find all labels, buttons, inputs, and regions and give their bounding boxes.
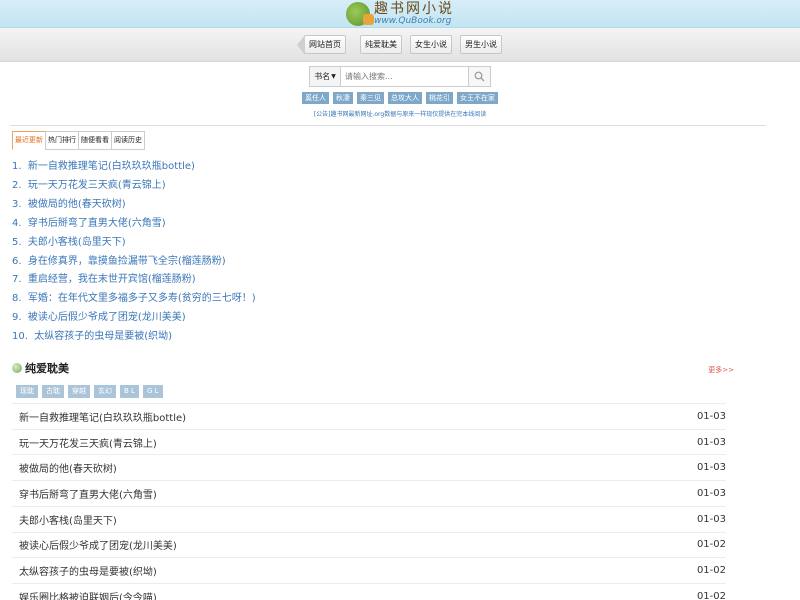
book-title[interactable]: 被做局的他(春天砍树): [28, 199, 126, 210]
tab-recent[interactable]: 最近更新: [12, 131, 46, 150]
search-bar: 书名 ▼: [309, 66, 491, 87]
table-row[interactable]: 被做局的他(春天砍树) 01-03: [12, 454, 726, 480]
nav-danmei[interactable]: 纯爱耽美: [360, 35, 402, 54]
book-title[interactable]: 穿书后掰弯了直男大佬(六角雪): [19, 486, 157, 501]
book-title[interactable]: 新一自救推理笔记(白玖玖玖瓶bottle): [28, 161, 195, 172]
tab-hot[interactable]: 热门排行: [45, 131, 79, 150]
hot-tag[interactable]: 女王不在家: [457, 92, 498, 104]
book-title[interactable]: 重启经营，我在末世开宾馆(榴莲肠粉): [28, 274, 196, 285]
subtag[interactable]: 古耽: [42, 385, 64, 399]
logo-url: www.QuBook.org: [374, 15, 452, 26]
book-title[interactable]: 身在修真界，靠摸鱼捡漏带飞全宗(榴莲肠粉): [28, 256, 226, 267]
update-date: 01-02: [696, 590, 726, 600]
top-banner: 趣书网小说 www.QuBook.org: [0, 0, 800, 28]
logo-icon: [346, 1, 374, 26]
hot-tag[interactable]: 奚任人: [302, 92, 329, 104]
list-item[interactable]: 7. 重启经营，我在末世开宾馆(榴莲肠粉): [12, 271, 800, 290]
list-item[interactable]: 6. 身在修真界，靠摸鱼捡漏带飞全宗(榴莲肠粉): [12, 253, 800, 272]
subtag[interactable]: 现耽: [16, 385, 38, 399]
update-date: 01-02: [696, 539, 726, 551]
table-row[interactable]: 娱乐圈比格被迫联姻后(今今喵) 01-02: [12, 582, 726, 600]
list-item[interactable]: 9. 被读心后假少爷成了团宠(龙川美美): [12, 309, 800, 328]
nav-home[interactable]: 网站首页: [297, 35, 346, 55]
update-date: 01-02: [696, 565, 726, 577]
search-type-select[interactable]: 书名 ▼: [310, 67, 341, 86]
book-title[interactable]: 新一自救推理笔记(白玖玖玖瓶bottle): [19, 409, 186, 424]
table-row[interactable]: 夫郎小客栈(岛里天下) 01-03: [12, 505, 726, 532]
book-title[interactable]: 被读心后假少爷成了团宠(龙川美美): [28, 312, 186, 323]
tab-random[interactable]: 随便看看: [78, 131, 112, 150]
update-date: 01-03: [696, 410, 726, 422]
search-input[interactable]: [341, 67, 468, 86]
section-title[interactable]: 纯爱耽美: [25, 360, 69, 376]
chevron-down-icon: ▼: [331, 73, 336, 80]
hot-tag[interactable]: 秦三见: [357, 92, 384, 104]
main-nav: 网站首页 纯爱耽美 女生小说 男生小说: [0, 28, 800, 62]
list-item[interactable]: 1. 新一自救推理笔记(白玖玖玖瓶bottle): [12, 158, 800, 177]
book-title[interactable]: 军婚：在年代文里多福多子又多寿(贫穷的三七呀！): [28, 293, 256, 304]
section-book-list: 新一自救推理笔记(白玖玖玖瓶bottle) 01-03 玩一天万花发三天疯(青云锦…: [12, 403, 726, 600]
search-type-value: 书名: [314, 72, 331, 81]
nav-male[interactable]: 男生小说: [460, 35, 502, 54]
subtag[interactable]: B L: [120, 385, 139, 399]
table-row[interactable]: 新一自救推理笔记(白玖玖玖瓶bottle) 01-03: [12, 403, 726, 429]
nav-female[interactable]: 女生小说: [410, 35, 452, 54]
table-row[interactable]: 被读心后假少爷成了团宠(龙川美美) 01-02: [12, 531, 726, 558]
list-item[interactable]: 3. 被做局的他(春天砍树): [12, 196, 800, 215]
section-subtags: 现耽 古耽 穿越 玄幻 B L G L: [16, 385, 800, 399]
list-tabs: 最近更新 热门排行 随便看看 阅读历史: [12, 131, 800, 150]
tab-history[interactable]: 阅读历史: [111, 131, 145, 150]
site-notice[interactable]: [公告]趣书网最新网址.org数据与原来一样现仅提供在完本线阅读: [0, 109, 800, 118]
book-title[interactable]: 夫郎小客栈(岛里天下): [28, 237, 126, 248]
logo-title: 趣书网小说: [374, 0, 454, 17]
book-title[interactable]: 穿书后掰弯了直男大佬(六角雪): [28, 218, 166, 229]
list-item[interactable]: 10. 太纵容孩子的虫母是要被(织坳): [12, 328, 800, 347]
list-item[interactable]: 8. 军婚：在年代文里多福多子又多寿(贫穷的三七呀！): [12, 290, 800, 309]
table-row[interactable]: 太纵容孩子的虫母是要被(织坳) 01-02: [12, 557, 726, 583]
hot-tag[interactable]: 总攻大人: [388, 92, 422, 104]
more-link[interactable]: 更多>>: [708, 365, 734, 375]
section-header: 纯爱耽美 更多>>: [12, 360, 734, 376]
table-row[interactable]: 玩一天万花发三天疯(青云锦上) 01-03: [12, 428, 726, 455]
hot-search-tags: 奚任人 秋凄 秦三见 总攻大人 桃花引 女王不在家: [0, 92, 800, 104]
book-title[interactable]: 玩一天万花发三天疯(青云锦上): [19, 435, 157, 450]
bullet-ball-icon: [12, 363, 22, 374]
book-title[interactable]: 被做局的他(春天砍树): [19, 460, 117, 475]
update-date: 01-03: [696, 487, 726, 499]
search-icon: [474, 71, 485, 82]
update-date: 01-03: [696, 513, 726, 525]
subtag[interactable]: G L: [142, 385, 163, 399]
list-item[interactable]: 5. 夫郎小客栈(岛里天下): [12, 234, 800, 253]
list-item[interactable]: 2. 玩一天万花发三天疯(青云锦上): [12, 177, 800, 196]
divider: [10, 125, 766, 126]
book-title[interactable]: 太纵容孩子的虫母是要被(织坳): [19, 563, 157, 578]
site-logo[interactable]: 趣书网小说 www.QuBook.org: [346, 0, 454, 26]
update-date: 01-03: [696, 462, 726, 474]
book-title[interactable]: 太纵容孩子的虫母是要被(织坳): [34, 331, 172, 342]
table-row[interactable]: 穿书后掰弯了直男大佬(六角雪) 01-03: [12, 480, 726, 506]
search-button[interactable]: [468, 67, 490, 86]
book-title[interactable]: 玩一天万花发三天疯(青云锦上): [28, 180, 166, 191]
recent-update-list: 1. 新一自救推理笔记(白玖玖玖瓶bottle) 2. 玩一天万花发三天疯(青云…: [12, 158, 800, 347]
update-date: 01-03: [696, 436, 726, 448]
subtag[interactable]: 穿越: [68, 385, 90, 399]
hot-tag[interactable]: 桃花引: [426, 92, 453, 104]
list-item[interactable]: 4. 穿书后掰弯了直男大佬(六角雪): [12, 215, 800, 234]
book-title[interactable]: 被读心后假少爷成了团宠(龙川美美): [19, 537, 177, 552]
book-title[interactable]: 娱乐圈比格被迫联姻后(今今喵): [19, 589, 157, 600]
subtag[interactable]: 玄幻: [94, 385, 116, 399]
hot-tag[interactable]: 秋凄: [333, 92, 353, 104]
book-title[interactable]: 夫郎小客栈(岛里天下): [19, 512, 117, 527]
